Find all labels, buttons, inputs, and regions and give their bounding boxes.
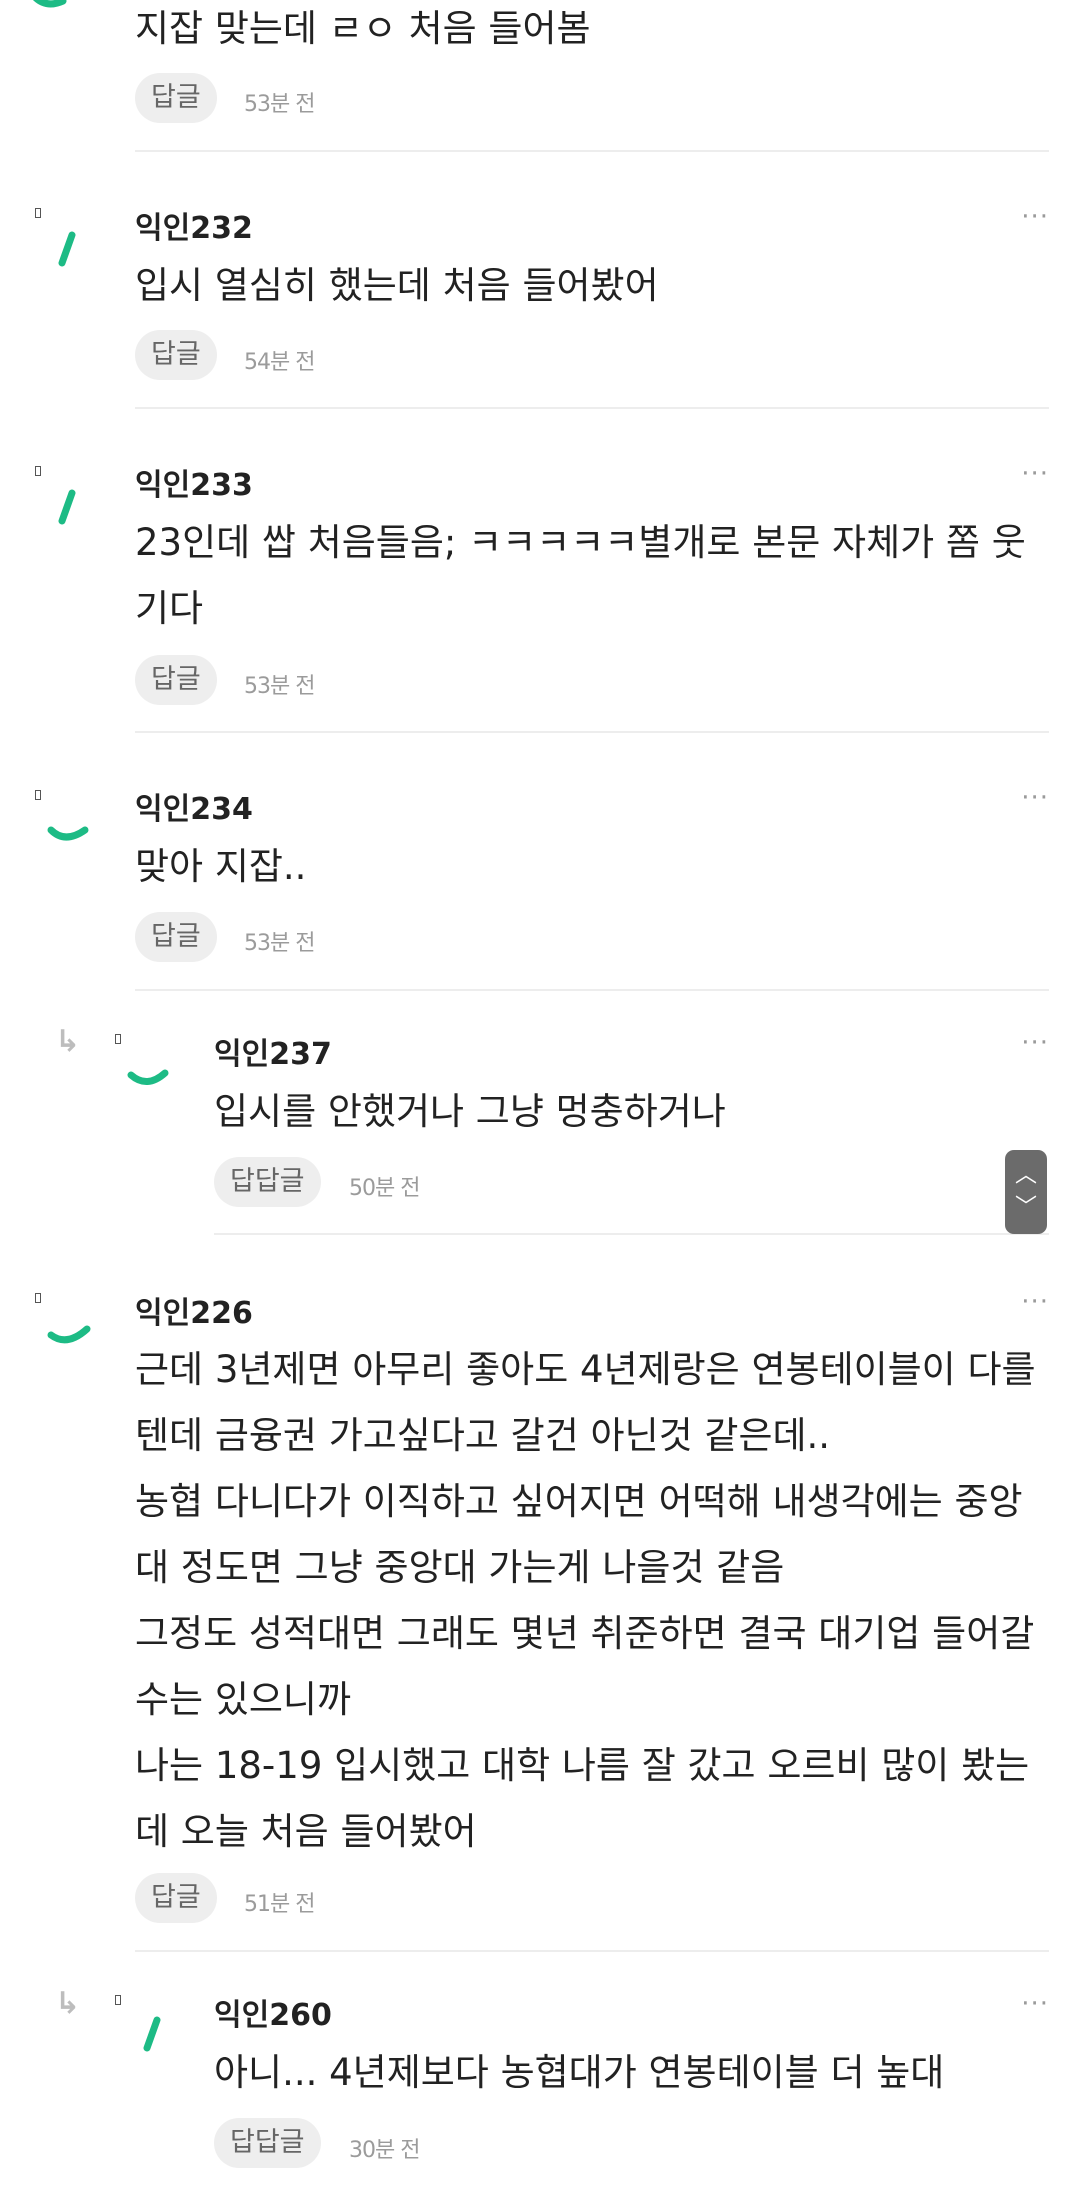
divider bbox=[135, 150, 1049, 152]
avatar-badge-icon bbox=[35, 466, 41, 476]
nickname[interactable]: 익인233 bbox=[135, 460, 253, 504]
avatar-icon bbox=[143, 2016, 161, 2052]
avatar-icon bbox=[58, 231, 76, 267]
comment-body: 맞아 지잡.. bbox=[135, 845, 307, 888]
timestamp: 50분 전 bbox=[349, 1176, 420, 1201]
timestamp: 53분 전 bbox=[244, 674, 315, 699]
reply-button[interactable]: 답글 bbox=[135, 655, 217, 705]
comment-body: 입시를 안했거나 그냥 멍충하거나 bbox=[214, 1090, 726, 1133]
divider bbox=[135, 1950, 1049, 1952]
more-options-icon[interactable]: ··· bbox=[1021, 1028, 1049, 1058]
avatar-icon bbox=[47, 1325, 91, 1344]
nickname[interactable]: 익인226 bbox=[135, 1288, 253, 1332]
timestamp: 54분 전 bbox=[244, 350, 315, 375]
scroll-controls: ︿ ﹀ bbox=[1005, 1150, 1047, 1234]
nickname[interactable]: 익인260 bbox=[214, 1990, 332, 2034]
timestamp: 53분 전 bbox=[244, 92, 315, 117]
divider bbox=[214, 1233, 1049, 1235]
avatar-badge-icon bbox=[115, 1034, 121, 1044]
more-options-icon[interactable]: ··· bbox=[1021, 1287, 1049, 1317]
reply-button[interactable]: 답글 bbox=[135, 330, 217, 380]
avatar-badge-icon bbox=[35, 790, 41, 800]
reply-arrow-icon: ↳ bbox=[55, 1986, 81, 2021]
comment-body: 입시 열심히 했는데 처음 들어봤어 bbox=[135, 264, 659, 307]
nickname[interactable]: 익인234 bbox=[135, 784, 253, 828]
nickname[interactable]: 익인237 bbox=[214, 1029, 332, 1073]
timestamp: 30분 전 bbox=[349, 2138, 420, 2163]
scroll-down-icon[interactable]: ﹀ bbox=[1015, 1192, 1037, 1224]
comment-body: 아니... 4년제보다 농협대가 연봉테이블 더 높대 bbox=[214, 2051, 945, 2094]
reply-button[interactable]: 답글 bbox=[135, 73, 217, 123]
reply-arrow-icon: ↳ bbox=[55, 1024, 81, 1059]
nested-reply-button[interactable]: 답답글 bbox=[214, 2118, 321, 2168]
more-options-icon[interactable]: ··· bbox=[1021, 1989, 1049, 2019]
scroll-up-icon[interactable]: ︿ bbox=[1015, 1160, 1037, 1192]
more-options-icon[interactable]: ··· bbox=[1021, 202, 1049, 232]
avatar-badge-icon bbox=[115, 1995, 121, 2005]
comment-body: 지잡 맞는데 ㄹㅇ 처음 들어봄 bbox=[135, 7, 591, 50]
divider bbox=[135, 731, 1049, 733]
avatar-icon bbox=[47, 826, 89, 841]
avatar-icon bbox=[127, 1069, 169, 1085]
reply-button[interactable]: 답글 bbox=[135, 912, 217, 962]
avatar-icon bbox=[32, 0, 67, 8]
comment-body: 23인데 쌉 처음들음; ㅋㅋㅋㅋㅋ별개로 본문 자체가 쫌 웃 기다 bbox=[135, 521, 1026, 630]
avatar-badge-icon bbox=[35, 208, 41, 218]
avatar-icon bbox=[58, 489, 76, 525]
nickname[interactable]: 익인232 bbox=[135, 203, 253, 247]
more-options-icon[interactable]: ··· bbox=[1021, 459, 1049, 489]
avatar-badge-icon bbox=[35, 1293, 41, 1303]
reply-button[interactable]: 답글 bbox=[135, 1873, 217, 1923]
nested-reply-button[interactable]: 답답글 bbox=[214, 1157, 321, 1207]
more-options-icon[interactable]: ··· bbox=[1021, 783, 1049, 813]
timestamp: 51분 전 bbox=[244, 1892, 315, 1917]
timestamp: 53분 전 bbox=[244, 931, 315, 956]
divider bbox=[135, 407, 1049, 409]
comment-body: 근데 3년제면 아무리 좋아도 4년제랑은 연봉테이블이 다를 텐데 금융권 가… bbox=[135, 1348, 1036, 1853]
divider bbox=[135, 989, 1049, 991]
